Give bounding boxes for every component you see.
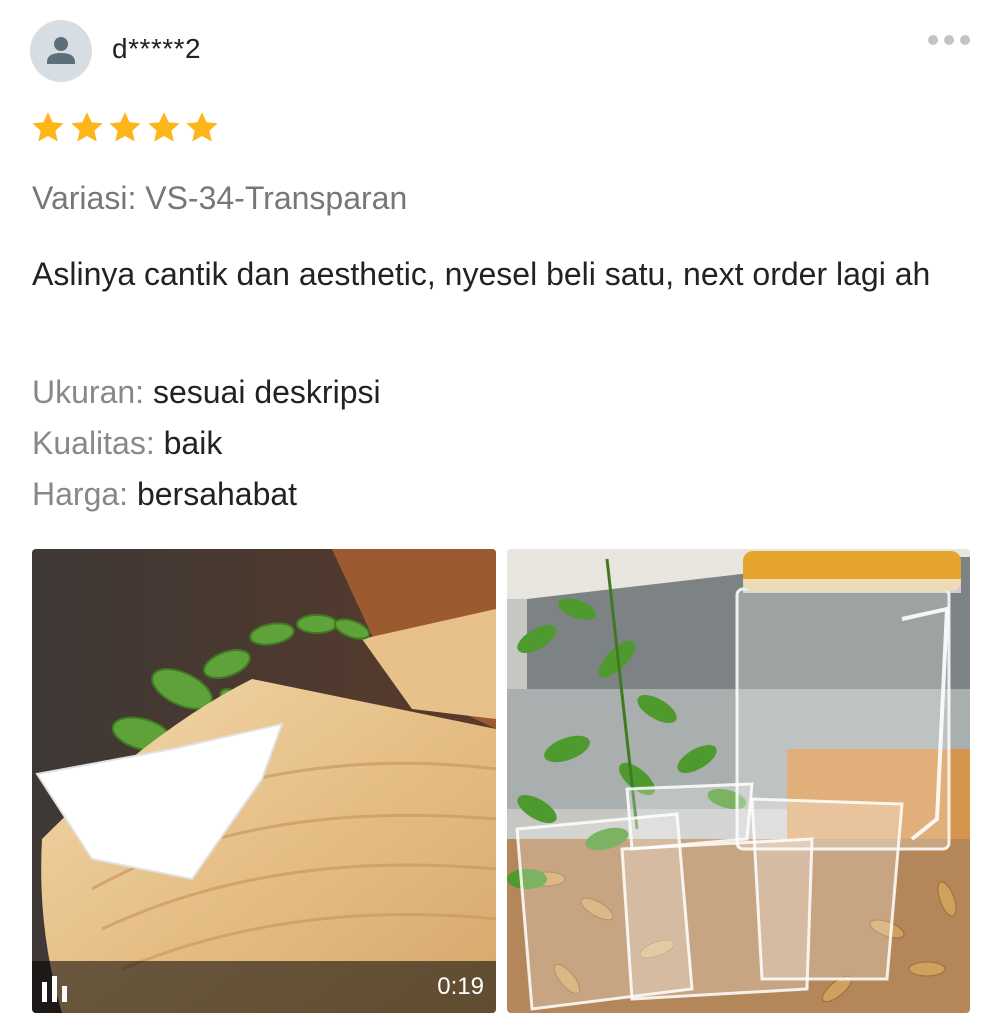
video-frame-image [32, 549, 496, 1013]
attribute-label: Harga: [32, 476, 129, 512]
avatar[interactable] [30, 20, 92, 82]
attribute-label: Ukuran: [32, 374, 145, 410]
review-photo[interactable] [507, 549, 970, 1013]
star-icon [186, 112, 218, 142]
reviewer-username: d*****2 [112, 33, 202, 64]
attribute-quality: Kualitas: baik [32, 425, 222, 462]
star-rating [30, 110, 223, 146]
more-options-button[interactable] [924, 26, 974, 54]
review-text: Aslinya cantik dan aesthetic, nyesel bel… [32, 256, 931, 292]
star-icon [109, 112, 141, 142]
attribute-price: Harga: bersahabat [32, 476, 297, 513]
attribute-value: baik [163, 425, 223, 461]
attribute-label: Kualitas: [32, 425, 155, 461]
review-video-thumbnail[interactable]: 0:19 [32, 549, 496, 1013]
attribute-value: bersahabat [136, 476, 298, 512]
video-duration: 0:19 [437, 973, 484, 1000]
star-icon [70, 112, 103, 142]
variant-label: Variasi: VS-34-Transparan [32, 180, 408, 216]
attribute-size: Ukuran: sesuai deskripsi [32, 374, 381, 411]
product-photo-image [507, 549, 970, 1013]
video-bars-icon [42, 976, 67, 1002]
more-dots-icon [928, 35, 970, 45]
attribute-value: sesuai deskripsi [152, 374, 381, 410]
user-icon [47, 37, 75, 64]
star-icon [32, 112, 64, 142]
star-icon [148, 112, 180, 142]
